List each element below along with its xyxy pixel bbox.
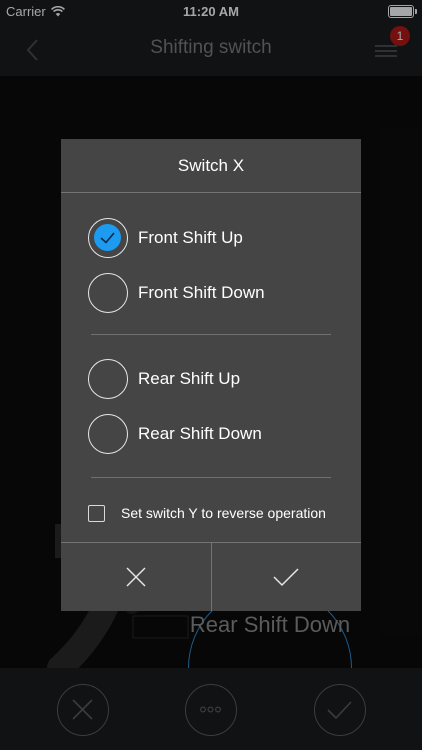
radio-front-shift-down[interactable]	[88, 273, 128, 313]
reverse-operation-row[interactable]: Set switch Y to reverse operation	[88, 493, 348, 533]
option-front-shift-down[interactable]: Front Shift Down	[88, 271, 338, 315]
dialog-actions	[61, 542, 361, 611]
option-label: Front Shift Down	[138, 283, 265, 302]
reverse-operation-checkbox[interactable]	[88, 504, 105, 522]
close-icon	[126, 567, 146, 587]
option-label: Front Shift Up	[138, 228, 243, 247]
dialog-confirm-button[interactable]	[212, 543, 362, 611]
option-rear-shift-down[interactable]: Rear Shift Down	[88, 412, 338, 456]
radio-rear-shift-down[interactable]	[88, 414, 128, 454]
divider	[91, 477, 331, 478]
radio-rear-shift-up[interactable]	[88, 359, 128, 399]
check-icon	[273, 568, 299, 587]
radio-front-shift-up[interactable]	[88, 218, 128, 258]
divider	[91, 334, 331, 335]
option-label: Rear Shift Down	[138, 424, 262, 443]
option-label: Rear Shift Up	[138, 369, 241, 388]
option-rear-shift-up[interactable]: Rear Shift Up	[88, 357, 338, 401]
reverse-operation-label: Set switch Y to reverse operation	[121, 505, 326, 521]
dialog-cancel-button[interactable]	[61, 543, 212, 611]
switch-assignment-dialog: Switch X Front Shift Up Front Shift Down…	[61, 139, 361, 611]
option-front-shift-up[interactable]: Front Shift Up	[88, 216, 338, 260]
dialog-title: Switch X	[61, 139, 361, 193]
check-icon	[100, 232, 115, 244]
